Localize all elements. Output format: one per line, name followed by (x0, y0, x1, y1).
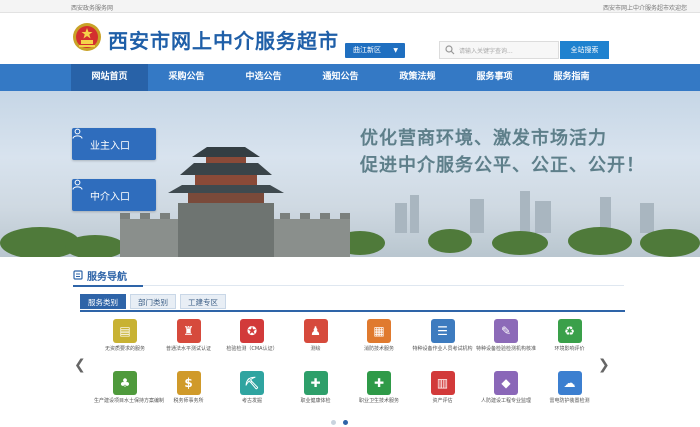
document-icon: ▦ (367, 319, 391, 343)
service-item-label: 职业健康体检 (300, 398, 331, 404)
certificate-icon: ▤ (113, 319, 137, 343)
service-item-label: 职业卫生技术服务 (358, 398, 399, 404)
service-item-label: 普通法水平测试认证 (165, 346, 211, 352)
nav-item-policy[interactable]: 政策法规 (379, 64, 456, 91)
service-nav-title: 服务导航 (87, 271, 127, 283)
national-emblem-icon (73, 23, 101, 51)
carousel-dot-2[interactable] (343, 420, 348, 425)
checklist-icon: ☰ (430, 319, 455, 343)
tab-department-category[interactable]: 部门类别 (130, 294, 176, 309)
hero-banner: 业主入口 中介入口 优化营商环境、激发市场活力 促进中介服务公平、公正、公开！ (0, 91, 700, 257)
site-title: 西安市网上中介服务超市 (108, 29, 339, 53)
service-item-label: 生产建设项目水土保持方案编制 (94, 398, 165, 404)
search-placeholder: 请输入关键字查询... (459, 48, 513, 55)
service-item[interactable]: ✪ 检验检测（CMA认证） (221, 319, 283, 352)
top-bar: 西安政务服务网 西安市网上中介服务超市欢迎您 (0, 0, 700, 13)
region-select[interactable]: 曲江新区 ▼ (345, 43, 405, 58)
cloud-icon: ☁ (557, 371, 582, 395)
service-item[interactable]: ▤ 无资质要求的服务 (94, 319, 156, 352)
carousel-dots (331, 420, 348, 425)
nav-item-selection[interactable]: 中选公告 (225, 64, 302, 91)
slogan-line-2: 促进中介服务公平、公正、公开！ (360, 155, 645, 176)
service-item[interactable]: ♻ 环境影响评价 (539, 319, 601, 352)
medical-kit-icon: ✚ (303, 371, 328, 395)
agency-entry-button[interactable]: 中介入口 (72, 179, 156, 211)
owner-entry-label: 业主入口 (90, 140, 130, 152)
shield-icon: ◆ (494, 371, 518, 395)
seal-icon: ✪ (240, 319, 264, 343)
service-item-label: 考古发掘 (241, 398, 262, 404)
service-item-label: 环境影响评价 (554, 346, 585, 352)
service-tabs: 服务类别 部门类别 工建专区 (80, 294, 226, 309)
service-item-label: 资产评估 (432, 398, 453, 404)
chevron-down-icon: ▼ (393, 47, 398, 54)
service-item-label: 特种设备检验检测机构核准 (475, 346, 536, 352)
nav-item-home[interactable]: 网站首页 (71, 64, 148, 91)
service-item[interactable]: ☰ 特种设备作业人员考试机构 (412, 319, 474, 352)
money-bag-icon: $ (176, 371, 201, 395)
report-icon: ▥ (430, 371, 455, 395)
divider (73, 285, 624, 286)
service-item[interactable]: ✚ 职业卫生技术服务 (348, 371, 410, 404)
service-item[interactable]: ▥ 资产评估 (412, 371, 474, 404)
service-item-label: 检验检测（CMA认证） (226, 346, 278, 352)
tabs-underline (80, 310, 625, 312)
nav-item-procurement[interactable]: 采购公告 (148, 64, 225, 91)
service-item-label: 测绘 (310, 346, 321, 352)
heading-underline (73, 285, 143, 287)
service-nav-heading: 服务导航 (73, 266, 127, 284)
slogan-line-1: 优化营商环境、激发市场活力 (360, 128, 607, 149)
carousel-prev-icon[interactable]: ❮ (74, 357, 86, 373)
service-item-label: 税务师事务所 (173, 398, 204, 404)
service-item[interactable]: ⛏ 考古发掘 (221, 371, 283, 404)
service-item[interactable]: ◆ 人防建设工程专业监理 (475, 371, 537, 404)
tree-icon: ♣ (113, 371, 137, 395)
service-item[interactable]: $ 税务师事务所 (158, 371, 220, 404)
welcome-text: 西安市网上中介服务超市欢迎您 (602, 5, 687, 12)
tab-service-category[interactable]: 服务类别 (80, 294, 126, 309)
service-item-label: 人防建设工程专业监理 (480, 398, 531, 404)
portal-link[interactable]: 西安政务服务网 (71, 3, 113, 12)
edit-icon: ✎ (494, 319, 518, 343)
service-item[interactable]: ✚ 职业健康体检 (285, 371, 347, 404)
stamp-icon: ♜ (176, 319, 201, 343)
agency-entry-label: 中介入口 (90, 191, 130, 203)
region-select-value: 曲江新区 (353, 46, 381, 54)
service-item-label: 特种设备作业人员考试机构 (412, 346, 473, 352)
recycle-icon: ♻ (557, 319, 582, 343)
header: 西安市网上中介服务超市 曲江新区 ▼ 请输入关键字查询... 全站搜索 (0, 13, 700, 64)
nav-item-notice[interactable]: 通知公告 (302, 64, 379, 91)
service-item[interactable]: ✎ 特种设备检验检测机构核准 (475, 319, 537, 352)
search-input[interactable]: 请输入关键字查询... (439, 41, 559, 59)
archaeology-icon: ⛏ (240, 371, 264, 395)
site-search-button[interactable]: 全站搜索 (560, 41, 609, 59)
carousel-dot-1[interactable] (331, 420, 336, 425)
service-item[interactable]: ☁ 雷电防护装置检测 (539, 371, 601, 404)
service-item-label: 无资质要求的服务 (104, 346, 145, 352)
nav-item-services[interactable]: 服务事项 (456, 64, 533, 91)
first-aid-icon: ✚ (367, 371, 391, 395)
service-item-label: 雷电防护装置检测 (549, 398, 590, 404)
service-item[interactable]: ♜ 普通法水平测试认证 (158, 319, 220, 352)
service-nav-icon (73, 270, 83, 280)
tab-construction-zone[interactable]: 工建专区 (180, 294, 226, 309)
nav-item-guide[interactable]: 服务指南 (533, 64, 610, 91)
service-item[interactable]: ♣ 生产建设项目水土保持方案编制 (94, 371, 165, 404)
service-item-label: 消防技术服务 (363, 346, 394, 352)
survey-icon: ♟ (303, 319, 328, 343)
search-icon (445, 45, 455, 55)
owner-entry-button[interactable]: 业主入口 (72, 128, 156, 160)
service-item[interactable]: ♟ 测绘 (285, 319, 347, 352)
main-nav: 网站首页 采购公告 中选公告 通知公告 政策法规 服务事项 服务指南 (0, 64, 700, 91)
service-item[interactable]: ▦ 消防技术服务 (348, 319, 410, 352)
